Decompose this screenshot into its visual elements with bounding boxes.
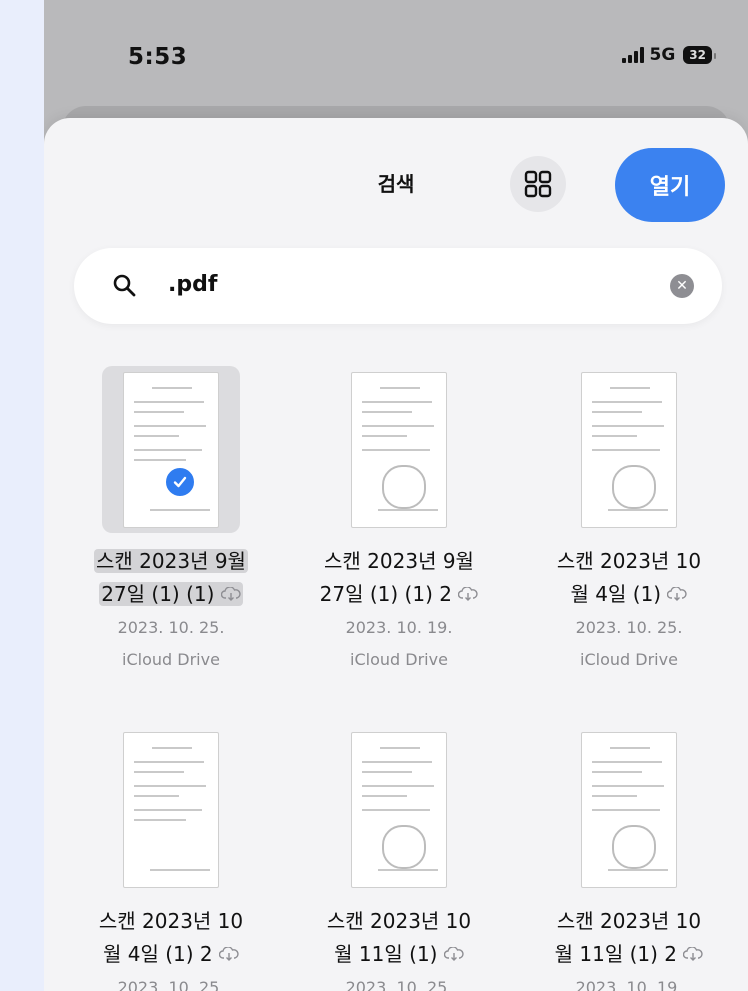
- file-thumbnail[interactable]: [560, 726, 698, 893]
- pdf-preview: [351, 731, 447, 888]
- file-date: 2023. 10. 25.: [345, 978, 453, 991]
- file-location: iCloud Drive: [350, 650, 448, 669]
- file-item[interactable]: 스캔 2023년 9월 27일 (1) (1) 2023. 10. 25. iC…: [56, 366, 286, 675]
- pdf-preview: [581, 371, 677, 528]
- pdf-preview: [123, 731, 219, 888]
- file-date: 2023. 10. 19.: [575, 978, 683, 991]
- file-name: 스캔 2023년 10 월 11일 (1): [326, 909, 472, 966]
- cloud-download-icon: [683, 946, 703, 961]
- file-name: 스캔 2023년 9월 27일 (1) (1): [94, 549, 248, 606]
- file-thumbnail[interactable]: [560, 366, 698, 533]
- file-location: iCloud Drive: [122, 650, 220, 669]
- pdf-preview: [351, 371, 447, 528]
- file-name: 스캔 2023년 10 월 4일 (1): [556, 549, 702, 606]
- phone-screen: 5:53 5G 32 검색 열기 .pdf ✕ 스캔 2023년 9월 27일 …: [44, 0, 748, 991]
- cloud-download-icon: [667, 586, 688, 601]
- file-name: 스캔 2023년 10 월 4일 (1) 2: [98, 909, 244, 966]
- file-name: 스캔 2023년 10 월 11일 (1) 2: [514, 905, 744, 971]
- file-item[interactable]: 스캔 2023년 10 월 11일 (1) 2023. 10. 25.: [284, 726, 514, 991]
- pdf-preview: [581, 731, 677, 888]
- cloud-download-icon: [218, 946, 239, 961]
- file-date: 2023. 10. 25.: [575, 618, 683, 637]
- file-grid: 스캔 2023년 9월 27일 (1) (1) 2023. 10. 25. iC…: [44, 0, 748, 991]
- file-item[interactable]: 스캔 2023년 10 월 4일 (1) 2 2023. 10. 25.: [56, 726, 286, 991]
- pdf-preview: [123, 371, 219, 528]
- cloud-download-icon: [458, 586, 478, 601]
- file-location: iCloud Drive: [580, 650, 678, 669]
- cloud-download-icon: [443, 946, 464, 961]
- file-thumbnail[interactable]: [102, 366, 240, 533]
- file-date: 2023. 10. 19.: [345, 618, 453, 637]
- file-date: 2023. 10. 25.: [117, 618, 225, 637]
- file-item[interactable]: 스캔 2023년 9월 27일 (1) (1) 2 2023. 10. 19. …: [284, 366, 514, 675]
- file-item[interactable]: 스캔 2023년 10 월 4일 (1) 2023. 10. 25. iClou…: [514, 366, 744, 675]
- file-date: 2023. 10. 25.: [117, 978, 225, 991]
- file-thumbnail[interactable]: [102, 726, 240, 893]
- selected-check-icon: [164, 466, 196, 498]
- file-thumbnail[interactable]: [330, 366, 468, 533]
- cloud-download-icon: [220, 586, 241, 601]
- file-thumbnail[interactable]: [330, 726, 468, 893]
- file-item[interactable]: 스캔 2023년 10 월 11일 (1) 2 2023. 10. 19.: [514, 726, 744, 991]
- file-name: 스캔 2023년 9월 27일 (1) (1) 2: [284, 545, 514, 611]
